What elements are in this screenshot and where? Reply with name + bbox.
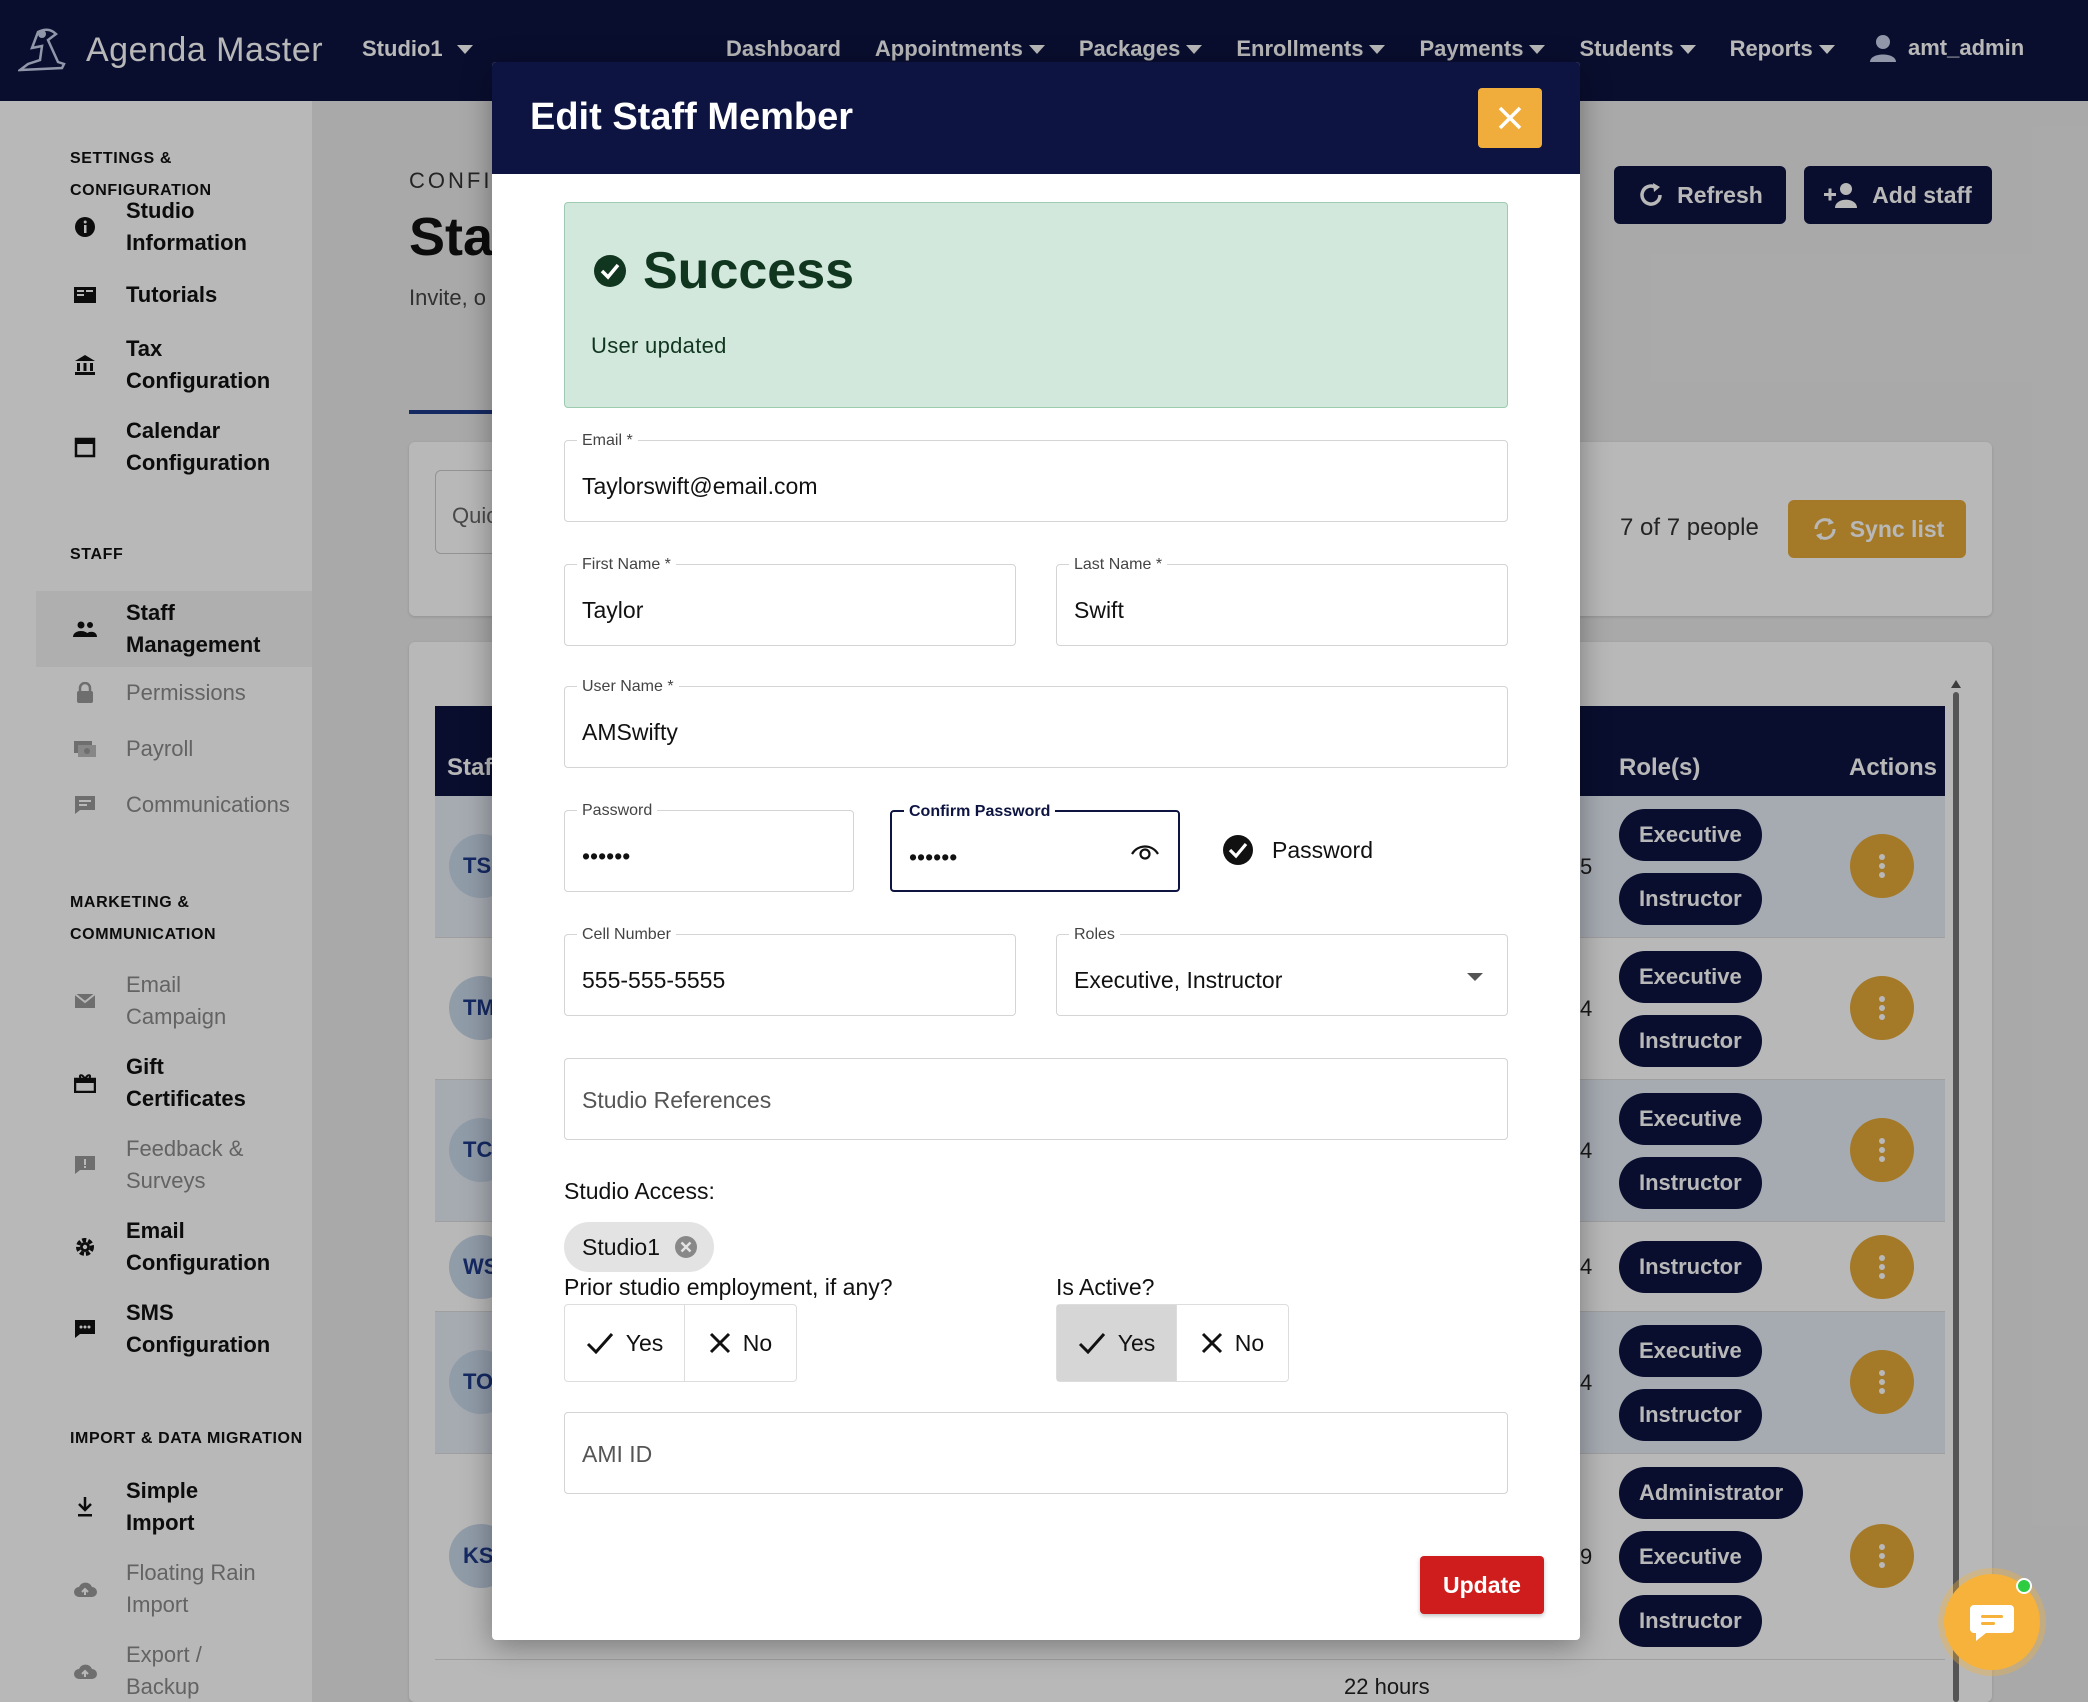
alert-title: Success	[593, 241, 854, 301]
check-circle-icon	[594, 255, 626, 287]
confirm-password-value: ••••••	[909, 844, 958, 870]
prior-employment-toggle: Yes No	[564, 1304, 797, 1382]
alert-message: User updated	[591, 333, 727, 358]
roles-value: Executive, Instructor	[1074, 967, 1283, 993]
roles-label: Roles	[1069, 926, 1120, 944]
password-field[interactable]: Password ••••••	[564, 802, 854, 892]
ami-id-field[interactable]: AMI ID	[564, 1412, 1508, 1494]
password-match-indicator: Password	[1222, 834, 1373, 866]
active-yes-button[interactable]: Yes	[1057, 1305, 1176, 1381]
roles-select[interactable]: Roles Executive, Instructor	[1056, 926, 1508, 1016]
prior-yes-button[interactable]: Yes	[565, 1305, 684, 1381]
eye-icon[interactable]	[1130, 842, 1160, 862]
last-name-field[interactable]: Last Name * Swift	[1056, 556, 1508, 646]
success-alert: Success User updated	[564, 202, 1508, 408]
prior-no-button[interactable]: No	[684, 1305, 796, 1381]
username-label: User Name *	[577, 678, 679, 696]
studio-references-field[interactable]: Studio References	[564, 1058, 1508, 1140]
cell-number-value: 555-555-5555	[582, 967, 726, 993]
chat-bubble-icon	[1970, 1605, 2014, 1641]
check-icon	[1078, 1333, 1105, 1354]
password-label: Password	[577, 802, 658, 820]
email-value: Taylorswift@email.com	[582, 473, 818, 499]
password-value: ••••••	[582, 843, 631, 869]
online-status-dot	[2016, 1578, 2032, 1594]
chevron-down-icon	[1467, 973, 1483, 981]
remove-chip-icon[interactable]	[674, 1235, 698, 1259]
cell-number-field[interactable]: Cell Number 555-555-5555	[564, 926, 1016, 1016]
prior-employment-label: Prior studio employment, if any?	[564, 1274, 893, 1300]
confirm-password-field[interactable]: Confirm Password ••••••	[890, 803, 1180, 892]
cell-number-label: Cell Number	[577, 926, 676, 944]
ami-id-placeholder: AMI ID	[582, 1441, 653, 1467]
last-name-value: Swift	[1074, 597, 1124, 623]
first-name-field[interactable]: First Name * Taylor	[564, 556, 1016, 646]
modal-title: Edit Staff Member	[530, 96, 854, 138]
last-name-label: Last Name *	[1069, 556, 1168, 574]
check-icon	[586, 1333, 613, 1354]
active-no-button[interactable]: No	[1176, 1305, 1288, 1381]
username-value: AMSwifty	[582, 719, 678, 745]
first-name-value: Taylor	[582, 597, 644, 623]
studio-access-label: Studio Access:	[564, 1178, 715, 1204]
is-active-label: Is Active?	[1056, 1274, 1155, 1300]
close-icon	[709, 1332, 730, 1354]
edit-staff-modal: Edit Staff Member Success User updated E…	[492, 62, 1580, 1640]
update-button[interactable]: Update	[1420, 1556, 1544, 1614]
close-button[interactable]	[1478, 88, 1542, 148]
is-active-toggle: Yes No	[1056, 1304, 1289, 1382]
email-label: Email *	[577, 432, 638, 450]
modal-header: Edit Staff Member	[492, 62, 1580, 174]
studio-access-chip: Studio1	[564, 1222, 715, 1272]
close-icon	[1498, 106, 1522, 130]
first-name-label: First Name *	[577, 556, 676, 574]
studio-references-placeholder: Studio References	[582, 1087, 772, 1113]
check-circle-icon	[1223, 835, 1253, 865]
close-icon	[1201, 1332, 1222, 1354]
email-field[interactable]: Email * Taylorswift@email.com	[564, 432, 1508, 522]
confirm-password-label: Confirm Password	[904, 803, 1056, 821]
username-field[interactable]: User Name * AMSwifty	[564, 678, 1508, 768]
